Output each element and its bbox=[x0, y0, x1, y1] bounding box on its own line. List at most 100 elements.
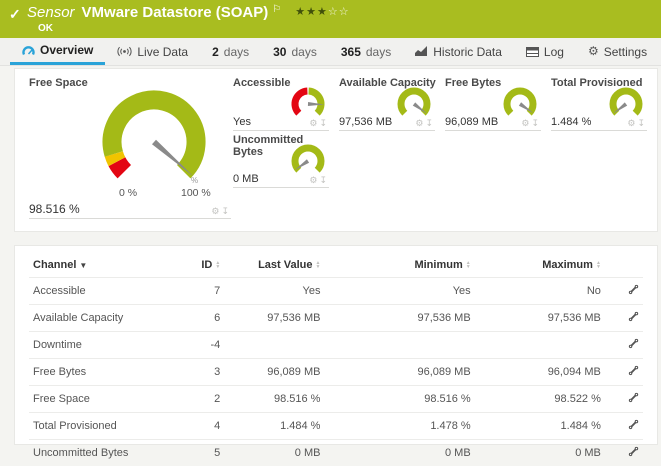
gear-icon[interactable]: ⚙ bbox=[211, 206, 221, 216]
page-title: VMware Datastore (SOAP) bbox=[82, 4, 269, 21]
star-empty-icon[interactable]: ☆ bbox=[328, 6, 339, 18]
table-row-downtime: Downtime-4 bbox=[29, 332, 643, 359]
sort-icon: ▲▼ bbox=[316, 261, 321, 269]
tab-30-days[interactable]: 30 days bbox=[261, 38, 329, 65]
gear-icon[interactable]: ⚙ bbox=[309, 175, 319, 185]
channel-settings-icon[interactable] bbox=[628, 284, 639, 295]
tab-365-days-unit: days bbox=[366, 45, 391, 59]
tab-settings-label: Settings bbox=[604, 45, 647, 59]
channel-settings-icon[interactable] bbox=[628, 311, 639, 322]
channel-settings-icon[interactable] bbox=[628, 392, 639, 403]
tab-30-days-unit: days bbox=[291, 45, 316, 59]
channel-name[interactable]: Free Space bbox=[29, 386, 179, 413]
star-filled-icon[interactable]: ★ bbox=[317, 6, 328, 18]
tab-historic-data-label: Historic Data bbox=[433, 45, 502, 59]
channel-name[interactable]: Available Capacity bbox=[29, 305, 179, 332]
sort-icon: ▲▼ bbox=[596, 261, 601, 269]
gear-icon[interactable]: ⚙ bbox=[521, 118, 531, 128]
free-space-gauge-chart: % bbox=[79, 85, 229, 197]
channel-last-value: 96,089 MB bbox=[224, 359, 324, 386]
sensor-header-bar: ✓ SensorVMware Datastore (SOAP)⚐★★★☆☆ OK bbox=[0, 0, 661, 38]
tab-2-days-number: 2 bbox=[212, 45, 219, 59]
bar-chart-icon bbox=[415, 46, 428, 57]
channel-maximum: No bbox=[475, 278, 605, 305]
gear-icon[interactable]: ⚙ bbox=[309, 118, 319, 128]
channel-name[interactable]: Accessible bbox=[29, 278, 179, 305]
gauge-value: 98.516 % bbox=[29, 202, 80, 216]
channel-maximum bbox=[475, 332, 605, 359]
pin-icon[interactable]: ↧ bbox=[221, 206, 231, 216]
channel-name[interactable]: Total Provisioned bbox=[29, 413, 179, 440]
channel-minimum: 0 MB bbox=[324, 440, 474, 466]
gauge-overview-icon bbox=[22, 45, 35, 56]
pin-icon[interactable]: ↧ bbox=[425, 118, 435, 128]
svg-text:%: % bbox=[191, 176, 198, 185]
table-row-uncommitted-bytes: Uncommitted Bytes50 MB0 MB0 MB bbox=[29, 440, 643, 466]
channel-maximum: 1.484 % bbox=[475, 413, 605, 440]
object-category: Sensor bbox=[27, 4, 75, 21]
gauge-tile-available-capacity: Available Capacity97,536 MB⚙↧ bbox=[339, 77, 439, 131]
gear-icon[interactable]: ⚙ bbox=[627, 118, 637, 128]
star-empty-icon[interactable]: ☆ bbox=[339, 6, 350, 18]
gauge-value: 96,089 MB bbox=[445, 116, 498, 128]
channel-minimum: 98.516 % bbox=[324, 386, 474, 413]
table-header-row: Channel▼ ID▲▼ Last Value▲▼ Minimum▲▼ Max… bbox=[29, 252, 643, 278]
tab-2-days[interactable]: 2 days bbox=[200, 38, 261, 65]
pin-icon[interactable]: ↧ bbox=[531, 118, 541, 128]
star-filled-icon[interactable]: ★ bbox=[295, 6, 306, 18]
channel-settings-icon[interactable] bbox=[628, 365, 639, 376]
channel-minimum bbox=[324, 332, 474, 359]
table-row-free-bytes: Free Bytes396,089 MB96,089 MB96,094 MB bbox=[29, 359, 643, 386]
tab-log-label: Log bbox=[544, 45, 564, 59]
tab-historic-data[interactable]: Historic Data bbox=[403, 38, 514, 65]
gauge-scale-max: 100 % bbox=[181, 187, 211, 199]
sort-desc-icon: ▼ bbox=[79, 261, 87, 270]
flag-icon[interactable]: ⚐ bbox=[272, 4, 281, 15]
gauge-value: 0 MB bbox=[233, 173, 259, 185]
status-badge: OK bbox=[38, 23, 53, 34]
channel-maximum: 0 MB bbox=[475, 440, 605, 466]
channel-table: Channel▼ ID▲▼ Last Value▲▼ Minimum▲▼ Max… bbox=[29, 252, 643, 466]
channel-id: 4 bbox=[179, 413, 224, 440]
column-header-minimum[interactable]: Minimum▲▼ bbox=[324, 252, 474, 278]
gear-icon[interactable]: ⚙ bbox=[415, 118, 425, 128]
tab-live-data[interactable]: Live Data bbox=[105, 38, 200, 65]
tab-settings[interactable]: ⚙ Settings bbox=[576, 38, 659, 65]
tab-bar: Overview Live Data 2 days 30 days 365 da… bbox=[0, 38, 661, 66]
gauge-tile-uncommitted-bytes: Uncommitted Bytes0 MB⚙↧ bbox=[233, 134, 333, 188]
priority-stars[interactable]: ★★★☆☆ bbox=[295, 6, 349, 18]
channel-maximum: 97,536 MB bbox=[475, 305, 605, 332]
channel-name[interactable]: Downtime bbox=[29, 332, 179, 359]
pin-icon[interactable]: ↧ bbox=[637, 118, 647, 128]
tab-365-days[interactable]: 365 days bbox=[329, 38, 403, 65]
tab-log[interactable]: Log bbox=[514, 38, 576, 65]
channel-name[interactable]: Free Bytes bbox=[29, 359, 179, 386]
gauge-tile-free-bytes: Free Bytes96,089 MB⚙↧ bbox=[445, 77, 545, 131]
channel-minimum: 96,089 MB bbox=[324, 359, 474, 386]
gauge-tile-accessible: AccessibleYes⚙↧ bbox=[233, 77, 333, 131]
channel-last-value: 97,536 MB bbox=[224, 305, 324, 332]
column-header-maximum[interactable]: Maximum▲▼ bbox=[475, 252, 605, 278]
channel-last-value: 98.516 % bbox=[224, 386, 324, 413]
pin-icon[interactable]: ↧ bbox=[319, 175, 329, 185]
channel-last-value bbox=[224, 332, 324, 359]
channel-id: 2 bbox=[179, 386, 224, 413]
small-gauges-grid: AccessibleYes⚙↧Available Capacity97,536 … bbox=[233, 77, 651, 188]
channel-name[interactable]: Uncommitted Bytes bbox=[29, 440, 179, 466]
channel-last-value: 1.484 % bbox=[224, 413, 324, 440]
channel-maximum: 98.522 % bbox=[475, 386, 605, 413]
pin-icon[interactable]: ↧ bbox=[319, 118, 329, 128]
star-filled-icon[interactable]: ★ bbox=[306, 6, 317, 18]
column-header-channel[interactable]: Channel▼ bbox=[29, 252, 179, 278]
tab-overview[interactable]: Overview bbox=[10, 38, 105, 65]
column-header-last-value[interactable]: Last Value▲▼ bbox=[224, 252, 324, 278]
table-row-free-space: Free Space298.516 %98.516 %98.522 % bbox=[29, 386, 643, 413]
channel-settings-icon[interactable] bbox=[628, 446, 639, 457]
channel-id: 6 bbox=[179, 305, 224, 332]
table-row-available-capacity: Available Capacity697,536 MB97,536 MB97,… bbox=[29, 305, 643, 332]
channel-last-value: 0 MB bbox=[224, 440, 324, 466]
column-header-id[interactable]: ID▲▼ bbox=[179, 252, 224, 278]
channel-settings-icon[interactable] bbox=[628, 419, 639, 430]
tab-30-days-number: 30 bbox=[273, 45, 286, 59]
channel-settings-icon[interactable] bbox=[628, 338, 639, 349]
